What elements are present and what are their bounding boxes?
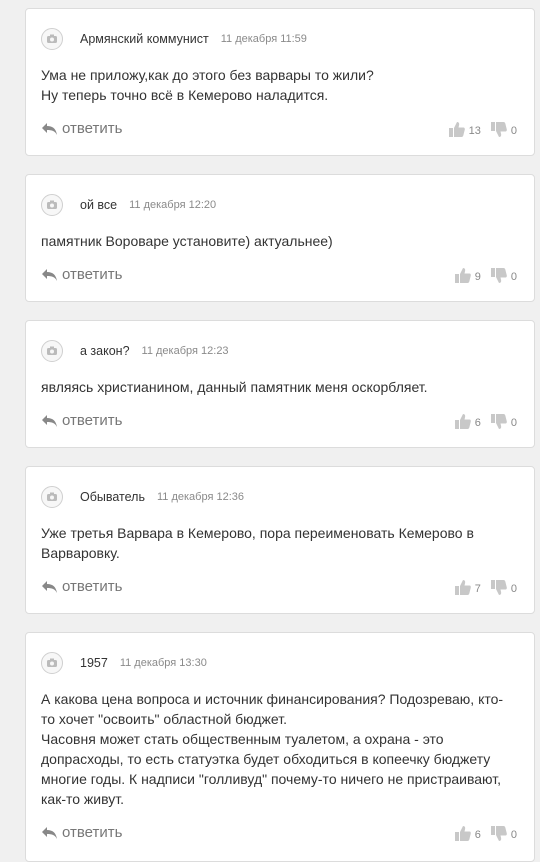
thumbs-up-icon: [454, 268, 471, 283]
dislike-count: 0: [510, 583, 517, 595]
reply-button[interactable]: ответить: [41, 578, 122, 595]
avatar-placeholder-icon[interactable]: [41, 340, 63, 362]
thumbs-up-icon: [454, 580, 471, 595]
thumbs-up-icon: [454, 826, 471, 841]
comment-time: 11 декабря 13:30: [119, 657, 207, 669]
thumbs-down-icon: [490, 268, 507, 283]
like-button[interactable]: 6: [454, 414, 481, 429]
dislike-count: 0: [510, 829, 517, 841]
dislike-button[interactable]: 0: [490, 268, 517, 283]
comment-author[interactable]: 1957: [80, 656, 108, 670]
like-button[interactable]: 9: [454, 268, 481, 283]
like-count: 7: [474, 583, 481, 595]
comment-author[interactable]: а закон?: [80, 344, 130, 358]
dislike-count: 0: [510, 271, 517, 283]
avatar-placeholder-icon[interactable]: [41, 28, 63, 50]
thumbs-down-icon: [490, 414, 507, 429]
comment-time: 11 декабря 12:36: [156, 491, 245, 503]
like-count: 9: [474, 271, 481, 283]
comment-time: 11 декабря 12:23: [141, 345, 229, 357]
comment-time: 11 декабря 11:59: [220, 33, 307, 45]
like-count: 6: [474, 417, 481, 429]
comment-card: ой все 11 декабря 12:20 памятник Воровар…: [25, 174, 535, 302]
like-button[interactable]: 13: [448, 122, 481, 137]
reply-arrow-icon: [42, 580, 57, 593]
avatar-placeholder-icon[interactable]: [41, 194, 63, 216]
comment-text: Ума не приложу,как до этого без варвары …: [41, 67, 374, 103]
comment-card: а закон? 11 декабря 12:23 являясь христи…: [25, 320, 535, 448]
comment-author[interactable]: ой все: [80, 198, 117, 212]
dislike-count: 0: [510, 417, 517, 429]
comment-time: 11 декабря 12:20: [129, 199, 217, 211]
comment-text: А какова цена вопроса и источник финанси…: [41, 691, 504, 807]
like-button[interactable]: 7: [454, 580, 481, 595]
reply-button[interactable]: ответить: [41, 120, 122, 137]
comment-card: 1957 11 декабря 13:30 А какова цена вопр…: [25, 632, 535, 862]
thumbs-up-icon: [454, 414, 471, 429]
dislike-button[interactable]: 0: [490, 826, 517, 841]
dislike-button[interactable]: 0: [490, 122, 517, 137]
reply-arrow-icon: [42, 268, 57, 281]
thumbs-up-icon: [448, 122, 465, 137]
thumbs-down-icon: [490, 580, 507, 595]
reply-arrow-icon: [42, 122, 57, 135]
comment-card: Армянский коммунист 11 декабря 11:59 Ума…: [25, 8, 535, 156]
avatar-placeholder-icon[interactable]: [41, 652, 63, 674]
reply-button[interactable]: ответить: [41, 824, 122, 841]
avatar-placeholder-icon[interactable]: [41, 486, 63, 508]
reply-arrow-icon: [42, 414, 57, 427]
dislike-button[interactable]: 0: [490, 414, 517, 429]
like-count: 13: [468, 125, 481, 137]
dislike-button[interactable]: 0: [490, 580, 517, 595]
comment-author[interactable]: Армянский коммунист: [80, 32, 209, 46]
reply-arrow-icon: [42, 826, 57, 839]
reply-button[interactable]: ответить: [41, 266, 122, 283]
comment-text: Уже третья Варвара в Кемерово, пора пере…: [41, 525, 474, 561]
thumbs-down-icon: [490, 122, 507, 137]
comment-card: Обыватель 11 декабря 12:36 Уже третья Ва…: [25, 466, 535, 614]
like-button[interactable]: 6: [454, 826, 481, 841]
dislike-count: 0: [510, 125, 517, 137]
reply-button[interactable]: ответить: [41, 412, 122, 429]
comment-author[interactable]: Обыватель: [80, 490, 145, 504]
comment-text: являясь христианином, данный памятник ме…: [41, 379, 428, 395]
like-count: 6: [474, 829, 481, 841]
thumbs-down-icon: [490, 826, 507, 841]
comment-text: памятник Вороваре установите) актуальнее…: [41, 233, 333, 249]
